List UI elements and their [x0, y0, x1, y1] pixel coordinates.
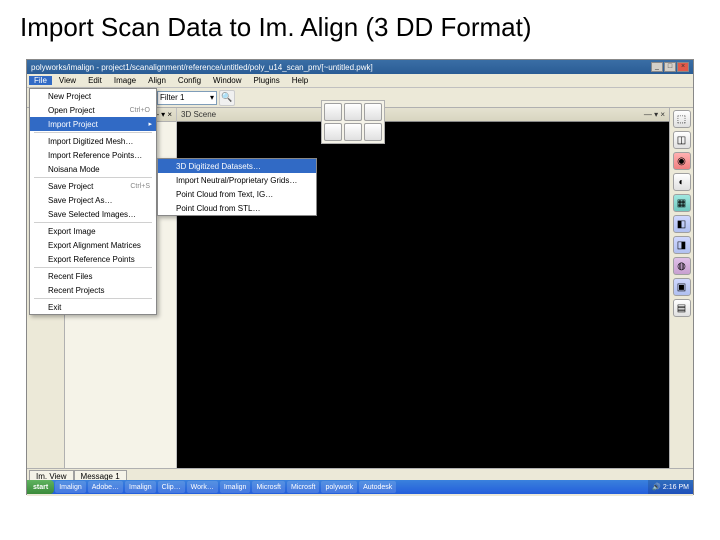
right-tool-icon[interactable]: ◐: [673, 173, 691, 191]
titlebar: polyworks/imalign - project1/scanalignme…: [27, 60, 693, 74]
taskbar-item[interactable]: Adobe…: [88, 481, 123, 493]
minimize-button[interactable]: _: [651, 62, 663, 72]
import-submenu: 3D Digitized Datasets… Import Neutral/Pr…: [157, 158, 317, 216]
menu-import-digitized-mesh[interactable]: Import Digitized Mesh…: [30, 134, 156, 148]
right-tool-icon[interactable]: ⬚: [673, 110, 691, 128]
window-title-text: polyworks/imalign - project1/scanalignme…: [31, 63, 651, 72]
menu-plugins[interactable]: Plugins: [249, 76, 285, 85]
menubar: File View Edit Image Align Config Window…: [27, 74, 693, 88]
toolbar-filter-combo[interactable]: Filter 1 ▾: [157, 91, 217, 105]
taskbar-item[interactable]: Microsft: [287, 481, 320, 493]
menu-separator: [34, 298, 152, 299]
submenu-point-cloud-stl[interactable]: Point Cloud from STL…: [158, 201, 316, 215]
menu-recent-files[interactable]: Recent Files: [30, 269, 156, 283]
menu-open-project[interactable]: Open ProjectCtrl+O: [30, 103, 156, 117]
submenu-3d-digitized-datasets[interactable]: 3D Digitized Datasets…: [158, 159, 316, 173]
maximize-button[interactable]: □: [664, 62, 676, 72]
taskbar-item[interactable]: Clip…: [158, 481, 185, 493]
menu-export-image[interactable]: Export Image: [30, 224, 156, 238]
menu-export-alignment-matrices[interactable]: Export Alignment Matrices: [30, 238, 156, 252]
right-toolbar: ⬚ ◫ ◉ ◐ ▦ ◧ ◨ ◍ ▣ ▤: [669, 108, 693, 468]
right-tool-cube-icon[interactable]: ◧: [673, 215, 691, 233]
tray-icon[interactable]: 🔊: [652, 483, 661, 491]
menu-import-project[interactable]: Import Project▸: [30, 117, 156, 131]
submenu-import-neutral-grids[interactable]: Import Neutral/Proprietary Grids…: [158, 173, 316, 187]
submenu-arrow-icon: ▸: [148, 120, 152, 128]
3d-scene-header: 3D Scene — ▾ ×: [177, 108, 669, 122]
tray-clock: 2:16 PM: [663, 484, 689, 491]
right-tool-cube-icon[interactable]: ▣: [673, 278, 691, 296]
taskbar-item[interactable]: Imalign: [55, 481, 86, 493]
taskbar-item[interactable]: polywork: [321, 481, 357, 493]
right-tool-icon[interactable]: ▦: [673, 194, 691, 212]
taskbar-item[interactable]: Autodesk: [359, 481, 396, 493]
right-tool-cube-icon[interactable]: ◨: [673, 236, 691, 254]
palette-icon[interactable]: [364, 123, 382, 141]
submenu-point-cloud-text[interactable]: Point Cloud from Text, IG…: [158, 187, 316, 201]
menu-help[interactable]: Help: [287, 76, 313, 85]
palette-icon[interactable]: [364, 103, 382, 121]
menu-save-project[interactable]: Save ProjectCtrl+S: [30, 179, 156, 193]
menu-import-reference-points[interactable]: Import Reference Points…: [30, 148, 156, 162]
menu-exit[interactable]: Exit: [30, 300, 156, 314]
menu-align[interactable]: Align: [143, 76, 171, 85]
menu-config[interactable]: Config: [173, 76, 206, 85]
menu-window[interactable]: Window: [208, 76, 246, 85]
close-button[interactable]: ×: [677, 62, 689, 72]
taskbar-item[interactable]: Work…: [187, 481, 218, 493]
menu-image[interactable]: Image: [109, 76, 141, 85]
3d-scene-controls[interactable]: — ▾ ×: [644, 110, 665, 119]
menu-edit[interactable]: Edit: [83, 76, 107, 85]
menu-recent-projects[interactable]: Recent Projects: [30, 283, 156, 297]
start-button[interactable]: start: [27, 480, 54, 494]
taskbar-item[interactable]: Imalign: [220, 481, 251, 493]
menu-save-project-as[interactable]: Save Project As…: [30, 193, 156, 207]
menu-save-selected-images[interactable]: Save Selected Images…: [30, 207, 156, 221]
taskbar-item[interactable]: Microsft: [252, 481, 285, 493]
menu-noisana-mode[interactable]: Noisana Mode: [30, 162, 156, 176]
windows-taskbar: start Imalign Adobe… Imalign Clip… Work……: [27, 480, 693, 494]
file-menu-dropdown: New Project Open ProjectCtrl+O Import Pr…: [29, 88, 157, 315]
menu-view[interactable]: View: [54, 76, 81, 85]
menu-export-reference-points[interactable]: Export Reference Points: [30, 252, 156, 266]
taskbar-item[interactable]: Imalign: [125, 481, 156, 493]
right-tool-icon[interactable]: ◫: [673, 131, 691, 149]
menu-file[interactable]: File: [29, 76, 52, 85]
slide-title: Import Scan Data to Im. Align (3 DD Form…: [0, 0, 720, 51]
system-tray[interactable]: 🔊 2:16 PM: [648, 480, 693, 494]
3d-scene-title: 3D Scene: [181, 110, 216, 119]
right-tool-icon[interactable]: ▤: [673, 299, 691, 317]
menu-new-project[interactable]: New Project: [30, 89, 156, 103]
menu-separator: [34, 177, 152, 178]
menu-separator: [34, 267, 152, 268]
palette-icon[interactable]: [344, 123, 362, 141]
palette-icon[interactable]: [344, 103, 362, 121]
menu-separator: [34, 222, 152, 223]
menu-separator: [34, 132, 152, 133]
palette-icon-grid: [321, 100, 385, 144]
right-tool-icon[interactable]: ◉: [673, 152, 691, 170]
palette-icon[interactable]: [324, 123, 342, 141]
chevron-down-icon: ▾: [210, 93, 214, 102]
application-window: polyworks/imalign - project1/scanalignme…: [26, 59, 694, 495]
combo-label: Filter 1: [160, 93, 184, 102]
toolbar-zoom-icon[interactable]: 🔍: [219, 90, 235, 106]
right-tool-icon[interactable]: ◍: [673, 257, 691, 275]
palette-icon[interactable]: [324, 103, 342, 121]
